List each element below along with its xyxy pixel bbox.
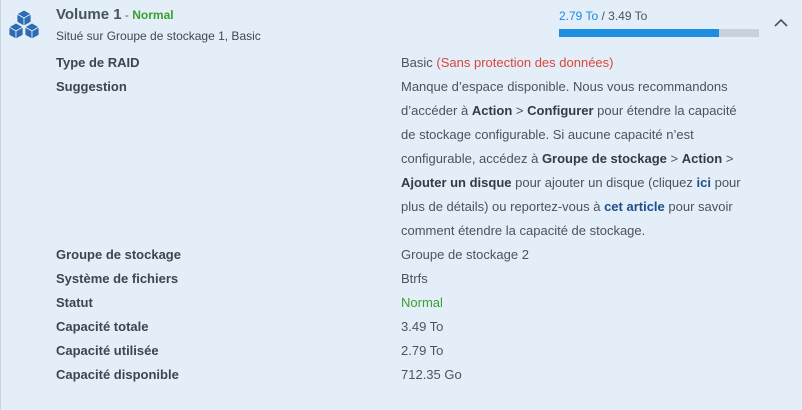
prop-value: 3.49 To: [401, 319, 444, 334]
prop-label: Statut: [56, 295, 93, 310]
prop-label: Type de RAID: [56, 55, 140, 70]
prop-value: Groupe de stockage 2: [401, 247, 529, 262]
volume-cubes-icon: [8, 9, 40, 40]
prop-value: Basic (Sans protection des données): [401, 51, 746, 75]
prop-label: Capacité totale: [56, 319, 149, 334]
prop-label: Capacité disponible: [56, 367, 179, 382]
storage-pool-ref: Groupe de stockage: [541, 151, 667, 166]
usage-summary: 2.79 To / 3.49 To: [559, 9, 647, 23]
prop-value: 712.35 Go: [401, 367, 462, 382]
prop-suggestion: Suggestion Manque d’espace disponible. N…: [56, 75, 796, 243]
suggestion-text-part: >: [722, 151, 734, 166]
prop-label: Système de fichiers: [56, 271, 179, 286]
prop-storage-pool: Groupe de stockage Groupe de stockage 2: [56, 243, 796, 267]
volume-detail-panel: Volume 1 - Normal Situé sur Groupe de st…: [0, 0, 802, 410]
volume-location: Situé sur Groupe de stockage 1, Basic: [56, 29, 261, 43]
suggestion-text-part: >: [512, 103, 528, 118]
status-value: Normal: [401, 295, 443, 310]
usage-used: 2.79 To: [559, 9, 599, 23]
raid-type-value: Basic: [401, 55, 433, 70]
volume-status-badge: Normal: [132, 8, 174, 22]
title-separator: -: [121, 8, 133, 22]
configure-ref: Configurer: [527, 103, 594, 118]
action-menu-ref: Action: [471, 103, 513, 118]
volume-properties: Type de RAID Basic (Sans protection des …: [56, 51, 796, 387]
usage-total: 3.49 To: [608, 9, 648, 23]
volume-name: Volume 1: [56, 6, 122, 23]
prop-status: Statut Normal: [56, 291, 796, 315]
suggestion-text: Manque d’espace disponible. Nous vous re…: [401, 75, 746, 243]
chevron-up-icon[interactable]: [774, 18, 788, 28]
action-menu-ref: Action: [681, 151, 723, 166]
prop-value: Btrfs: [401, 271, 428, 286]
suggestion-text-part: pour ajouter un disque (cliquez: [511, 175, 697, 190]
prop-value: 2.79 To: [401, 343, 444, 358]
article-link[interactable]: cet article: [604, 199, 665, 214]
raid-warning: (Sans protection des données): [436, 55, 614, 70]
prop-label: Groupe de stockage: [56, 247, 181, 262]
prop-total-capacity: Capacité totale 3.49 To: [56, 315, 796, 339]
suggestion-text-part: >: [666, 151, 682, 166]
usage-progress-bar: [559, 29, 759, 37]
usage-separator: /: [598, 9, 609, 23]
prop-available-capacity: Capacité disponible 712.35 Go: [56, 363, 796, 387]
prop-used-capacity: Capacité utilisée 2.79 To: [56, 339, 796, 363]
add-drive-ref: Ajouter un disque: [401, 175, 512, 190]
usage-progress-fill: [559, 29, 719, 37]
prop-raid-type: Type de RAID Basic (Sans protection des …: [56, 51, 796, 75]
prop-file-system: Système de fichiers Btrfs: [56, 267, 796, 291]
prop-label: Suggestion: [56, 79, 127, 94]
details-link[interactable]: ici: [697, 175, 711, 190]
prop-label: Capacité utilisée: [56, 343, 159, 358]
volume-title: Volume 1 - Normal: [56, 6, 174, 24]
